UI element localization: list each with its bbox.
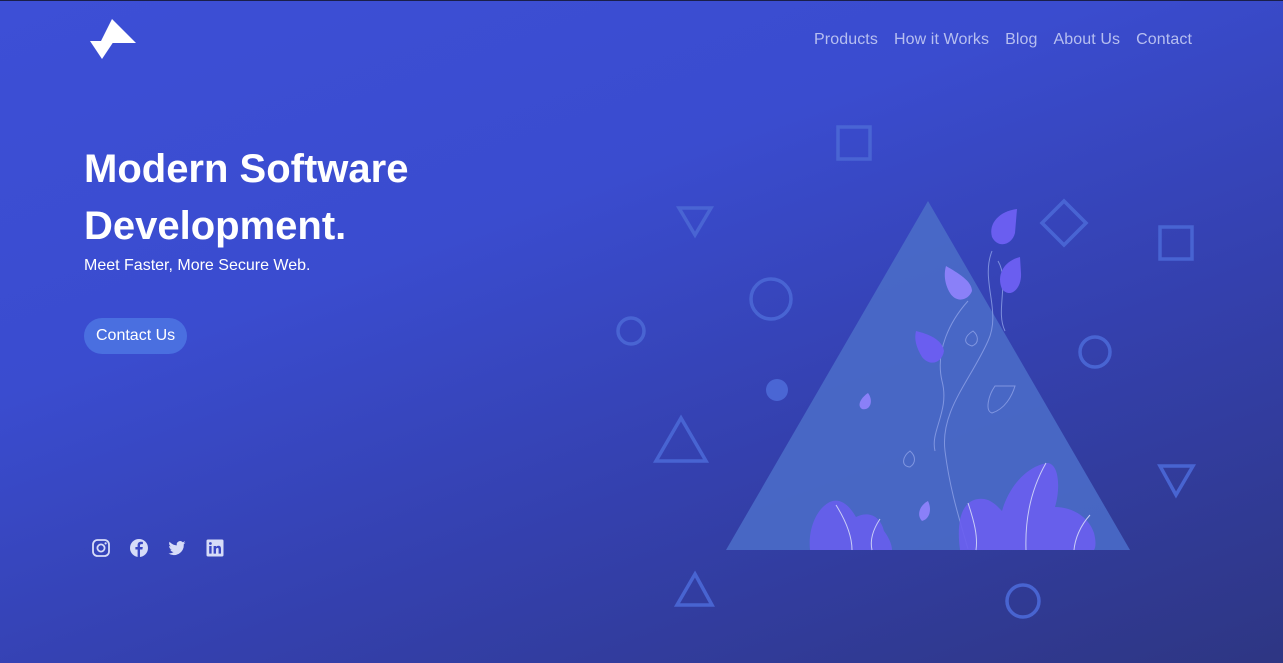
- circle-outline-icon: [1078, 335, 1112, 369]
- nav-how-it-works[interactable]: How it Works: [894, 31, 989, 49]
- triangle-up-outline-icon: [652, 414, 710, 463]
- hero-title: Modern Software Development.: [84, 147, 409, 248]
- square-outline-icon: [836, 125, 872, 161]
- instagram-icon[interactable]: [91, 538, 111, 558]
- circle-outline-icon: [749, 277, 793, 321]
- dot-icon: [766, 379, 788, 401]
- nav-contact[interactable]: Contact: [1136, 31, 1192, 49]
- circle-outline-icon: [616, 316, 646, 346]
- linkedin-icon[interactable]: [205, 538, 225, 558]
- social-links: [91, 538, 225, 558]
- triangle-logo-icon[interactable]: [90, 19, 138, 61]
- nav-products[interactable]: Products: [814, 31, 878, 49]
- nav-about-us[interactable]: About Us: [1054, 31, 1121, 49]
- triangle-down-outline-icon: [1157, 464, 1197, 499]
- main-nav: Products How it Works Blog About Us Cont…: [814, 31, 1192, 49]
- circle-outline-icon: [1005, 583, 1041, 619]
- contact-us-button[interactable]: Contact Us: [84, 318, 188, 354]
- nav-blog[interactable]: Blog: [1005, 31, 1037, 49]
- triangle-up-outline-icon: [673, 570, 715, 607]
- square-outline-icon: [1158, 225, 1194, 261]
- big-triangle-shape: [726, 201, 1130, 550]
- twitter-icon[interactable]: [167, 538, 187, 558]
- diamond-outline-icon: [1039, 198, 1089, 248]
- hero-illustration: [616, 125, 1197, 619]
- triangle-down-outline-icon: [675, 206, 715, 239]
- hero-subtitle: Meet Faster, More Secure Web.: [84, 257, 311, 274]
- facebook-icon[interactable]: [129, 538, 149, 558]
